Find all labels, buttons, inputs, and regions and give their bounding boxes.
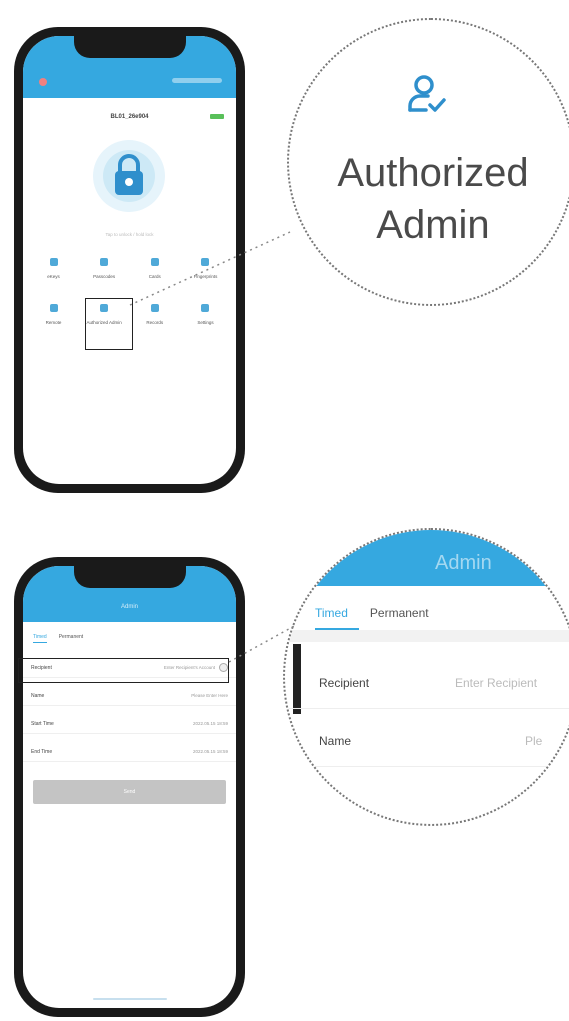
end-time-value[interactable]: 2022.05.15 18:59 [193, 749, 228, 754]
menu-item-fingerprints[interactable]: Fingerprints [181, 258, 230, 304]
phone-screen: Admin Timed Permanent Recipient Enter Re… [23, 566, 236, 1008]
phone-screen: BL01_26e904 Tap to unlock / hold lock eK… [23, 36, 236, 484]
back-icon[interactable] [39, 78, 47, 86]
field-label: Name [319, 734, 352, 748]
padlock-icon [115, 154, 143, 195]
key-icon [49, 258, 58, 266]
menu-label: Records [146, 320, 164, 325]
device-name: BL01_26e904 [110, 114, 149, 120]
highlight-box [85, 298, 133, 350]
name-input[interactable]: Ple [525, 734, 542, 748]
phone-home-screen: BL01_26e904 Tap to unlock / hold lock eK… [14, 27, 245, 493]
phone-notch [73, 566, 186, 588]
name-input[interactable]: Please Enter Here [191, 693, 228, 698]
battery-icon [210, 114, 224, 119]
zoom-callout-admin: Authorized Admin [287, 18, 569, 306]
phone-admin-form: Admin Timed Permanent Recipient Enter Re… [14, 557, 245, 1017]
zoom-callout-recipient: Admin Timed Permanent Recipient Enter Re… [283, 528, 569, 826]
phone-notch [73, 36, 186, 58]
callout-title-line1: Authorized [337, 151, 529, 195]
field-label: Time [319, 792, 346, 806]
menu-label: Cards [148, 274, 161, 279]
menu-label: Remote [45, 320, 62, 325]
authorized-admin-icon [408, 75, 446, 112]
remote-icon [49, 304, 58, 312]
highlight-box [18, 658, 229, 683]
menu-item-ekeys[interactable]: eKeys [29, 258, 78, 304]
menu-label: eKeys [47, 274, 60, 279]
menu-item-cards[interactable]: Cards [130, 258, 179, 304]
start-time-field[interactable]: Start Time 2022.05.15 18:59 [23, 714, 236, 734]
start-time-value[interactable]: 2022.05.15 18:59 [193, 721, 228, 726]
admin-tabs: Timed Permanent [33, 634, 83, 643]
tab-timed[interactable]: Timed [33, 634, 47, 643]
unlock-hint: Tap to unlock / hold lock [105, 232, 154, 237]
fingerprint-icon [201, 258, 210, 266]
field-label: Name [31, 692, 45, 699]
menu-item-settings[interactable]: Settings [181, 304, 230, 350]
records-icon [150, 304, 159, 312]
tab-permanent[interactable]: Permanent [59, 634, 83, 643]
menu-item-remote[interactable]: Remote [29, 304, 78, 350]
highlight-box-edge [293, 644, 301, 714]
callout-page-title: Admin [435, 552, 492, 574]
field-label: Start Time [31, 720, 54, 727]
home-indicator [92, 998, 167, 1000]
menu-label: Settings [197, 320, 214, 325]
field-label: Recipient [319, 676, 370, 690]
recipient-input[interactable]: Enter Recipient [455, 676, 537, 690]
page-title: Admin [120, 604, 138, 610]
menu-label: Passcodes [93, 274, 116, 279]
menu-label: Fingerprints [193, 274, 218, 279]
field-label: End Time [31, 748, 53, 755]
card-icon [150, 258, 159, 266]
unlock-button[interactable] [93, 140, 165, 212]
send-button[interactable]: Send [33, 780, 226, 804]
tab-permanent[interactable]: Permanent [370, 606, 429, 620]
keypad-icon [100, 258, 109, 266]
tab-timed[interactable]: Timed [315, 606, 348, 620]
name-field[interactable]: Name Please Enter Here [23, 686, 236, 706]
settings-icon [201, 304, 210, 312]
end-time-field[interactable]: End Time 2022.05.15 18:59 [23, 742, 236, 762]
callout-title-line2: Admin [376, 203, 490, 247]
menu-item-records[interactable]: Records [130, 304, 179, 350]
header-actions[interactable] [172, 78, 222, 83]
